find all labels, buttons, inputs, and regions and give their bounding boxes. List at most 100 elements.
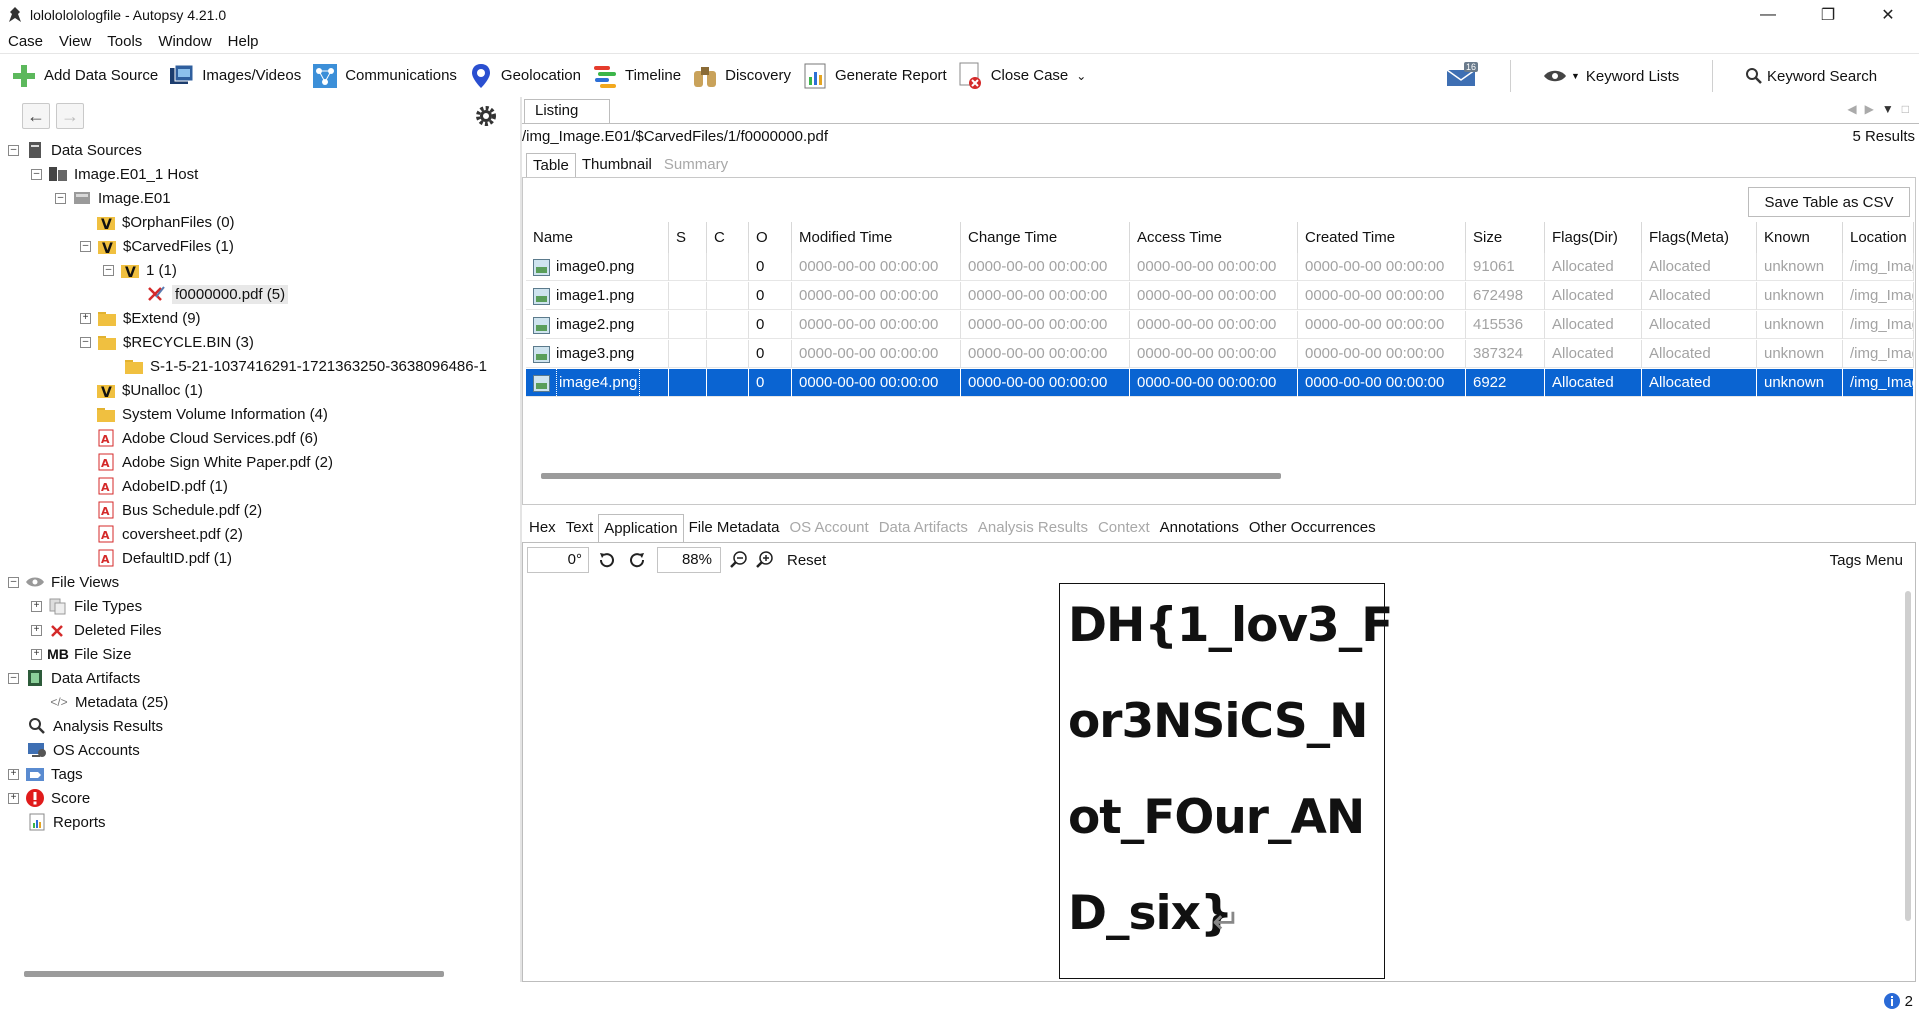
collapse-toggle[interactable]: – <box>103 264 114 276</box>
column-header-access-time[interactable]: Access Time <box>1130 222 1298 253</box>
next-icon[interactable]: ▶ <box>1865 102 1874 116</box>
tree-item-sid-folder[interactable]: S-1-5-21-1037416291-1721363250-363809648… <box>124 355 520 377</box>
chevron-down-icon[interactable]: ⌄ <box>1076 69 1086 83</box>
tree-item-extend[interactable]: + $Extend (9) <box>80 307 201 329</box>
info-icon[interactable] <box>1883 992 1901 1010</box>
expand-toggle[interactable]: + <box>80 312 91 324</box>
mail-notification[interactable]: 16 <box>1446 54 1479 98</box>
discovery-button[interactable]: Discovery <box>691 62 791 90</box>
column-header-known[interactable]: Known <box>1757 222 1843 253</box>
tab-thumbnail[interactable]: Thumbnail <box>576 153 658 177</box>
tab-table[interactable]: Table <box>526 153 576 177</box>
rotate-right-icon[interactable] <box>625 548 649 572</box>
tree-item-unalloc[interactable]: V $Unalloc (1) <box>96 379 203 401</box>
expand-toggle[interactable]: + <box>8 792 19 804</box>
table-row[interactable]: image1.png 0 0000-00-00 00:00:00 0000-00… <box>526 282 1914 310</box>
collapse-toggle[interactable]: – <box>55 192 66 204</box>
collapse-toggle[interactable]: – <box>31 168 42 180</box>
expand-toggle[interactable]: + <box>31 648 42 660</box>
expand-toggle[interactable]: + <box>31 600 42 612</box>
tree-item-score[interactable]: + Score <box>8 787 90 809</box>
table-row[interactable]: image0.png 0 0000-00-00 00:00:00 0000-00… <box>526 253 1914 281</box>
save-table-csv-button[interactable]: Save Table as CSV <box>1748 187 1910 217</box>
column-header-created-time[interactable]: Created Time <box>1298 222 1466 253</box>
zoom-field[interactable]: 88% <box>657 547 721 573</box>
tree-item-tags[interactable]: + Tags <box>8 763 83 785</box>
menu-help[interactable]: Help <box>220 33 267 50</box>
tree-item-file-size[interactable]: + MB File Size <box>31 643 132 665</box>
dropdown-icon[interactable]: ▼ <box>1882 102 1894 116</box>
close-case-button[interactable]: Close Case ⌄ <box>957 62 1086 90</box>
column-header-c[interactable]: C <box>707 222 749 253</box>
keyword-search-button[interactable]: Keyword Search <box>1745 54 1877 98</box>
tree-item-system-volume-info[interactable]: System Volume Information (4) <box>96 403 328 425</box>
column-header-s[interactable]: S <box>669 222 707 253</box>
tab-text[interactable]: Text <box>561 514 599 542</box>
tree-item-metadata[interactable]: </> Metadata (25) <box>49 691 168 713</box>
reset-button[interactable]: Reset <box>787 552 826 569</box>
zoom-in-icon[interactable] <box>753 548 777 572</box>
communications-button[interactable]: Communications <box>311 62 457 90</box>
tab-annotations[interactable]: Annotations <box>1155 514 1244 542</box>
viewer-vertical-scrollbar[interactable] <box>1903 583 1913 975</box>
previous-icon[interactable]: ◀ <box>1847 102 1856 116</box>
back-arrow-icon[interactable]: ← <box>22 103 50 129</box>
menu-view[interactable]: View <box>51 33 99 50</box>
tab-analysis-results[interactable]: Analysis Results <box>973 514 1093 542</box>
geolocation-button[interactable]: Geolocation <box>467 62 581 90</box>
scrollbar-thumb[interactable] <box>1905 591 1911 921</box>
images-videos-button[interactable]: Images/Videos <box>168 62 301 90</box>
minimize-button[interactable]: — <box>1740 0 1796 29</box>
tree-item-carved-1[interactable]: – V 1 (1) <box>103 259 177 281</box>
column-header-name[interactable]: Name <box>526 222 669 253</box>
tree-item-data-sources[interactable]: – Data Sources <box>8 139 142 161</box>
tree-item-pdf[interactable]: A Bus Schedule.pdf (2) <box>96 499 262 521</box>
generate-report-button[interactable]: Generate Report <box>801 62 947 90</box>
maximize-icon[interactable]: □ <box>1902 102 1909 116</box>
tree-item-analysis-results[interactable]: Analysis Results <box>27 715 163 737</box>
tree-item-os-accounts[interactable]: OS Accounts <box>27 739 140 761</box>
zoom-out-icon[interactable] <box>727 548 751 572</box>
tree-item-reports[interactable]: Reports <box>27 811 106 833</box>
tree-item-file-types[interactable]: + File Types <box>31 595 142 617</box>
rotate-left-icon[interactable] <box>595 548 619 572</box>
table-horizontal-scrollbar[interactable] <box>541 473 1281 479</box>
tab-os-account[interactable]: OS Account <box>784 514 873 542</box>
table-row-selected[interactable]: image4.png 0 0000-00-00 00:00:00 0000-00… <box>526 369 1914 397</box>
collapse-toggle[interactable]: – <box>8 144 19 156</box>
tree-item-pdf[interactable]: A AdobeID.pdf (1) <box>96 475 228 497</box>
tree-item-pdf[interactable]: A Adobe Sign White Paper.pdf (2) <box>96 451 333 473</box>
close-window-button[interactable]: ✕ <box>1860 0 1916 29</box>
column-header-o[interactable]: O <box>749 222 792 253</box>
tab-summary[interactable]: Summary <box>658 153 734 177</box>
column-header-modified-time[interactable]: Modified Time <box>792 222 961 253</box>
tab-other-occurrences[interactable]: Other Occurrences <box>1244 514 1381 542</box>
menu-tools[interactable]: Tools <box>99 33 150 50</box>
tree-item-data-artifacts[interactable]: – Data Artifacts <box>8 667 140 689</box>
rotation-field[interactable]: 0° <box>527 547 589 573</box>
collapse-toggle[interactable]: – <box>80 240 91 252</box>
column-header-location[interactable]: Location <box>1843 222 1914 253</box>
column-header-flags-dir[interactable]: Flags(Dir) <box>1545 222 1642 253</box>
column-header-flags-meta[interactable]: Flags(Meta) <box>1642 222 1757 253</box>
tags-menu-button[interactable]: Tags Menu <box>1830 552 1903 569</box>
expand-toggle[interactable]: + <box>8 768 19 780</box>
collapse-toggle[interactable]: – <box>8 576 19 588</box>
tree-item-recycle-bin[interactable]: – $RECYCLE.BIN (3) <box>80 331 254 353</box>
column-header-size[interactable]: Size <box>1466 222 1545 253</box>
tab-listing[interactable]: Listing <box>524 99 610 123</box>
tab-file-metadata[interactable]: File Metadata <box>684 514 785 542</box>
expand-toggle[interactable]: + <box>31 624 42 636</box>
tree-item-host[interactable]: – Image.E01_1 Host <box>31 163 198 185</box>
menu-case[interactable]: Case <box>0 33 51 50</box>
tree-item-pdf[interactable]: A DefaultID.pdf (1) <box>96 547 232 569</box>
menu-window[interactable]: Window <box>150 33 219 50</box>
forward-arrow-icon[interactable]: → <box>56 103 84 129</box>
tree-item-orphan-files[interactable]: V $OrphanFiles (0) <box>96 211 235 233</box>
keyword-lists-button[interactable]: ▼ Keyword Lists <box>1543 54 1679 98</box>
timeline-button[interactable]: Timeline <box>591 62 681 90</box>
tree-item-carved-files[interactable]: – V $CarvedFiles (1) <box>80 235 234 257</box>
table-row[interactable]: image2.png 0 0000-00-00 00:00:00 0000-00… <box>526 311 1914 339</box>
tree-item-deleted-files[interactable]: + Deleted Files <box>31 619 162 641</box>
restore-button[interactable]: ❐ <box>1800 0 1856 29</box>
